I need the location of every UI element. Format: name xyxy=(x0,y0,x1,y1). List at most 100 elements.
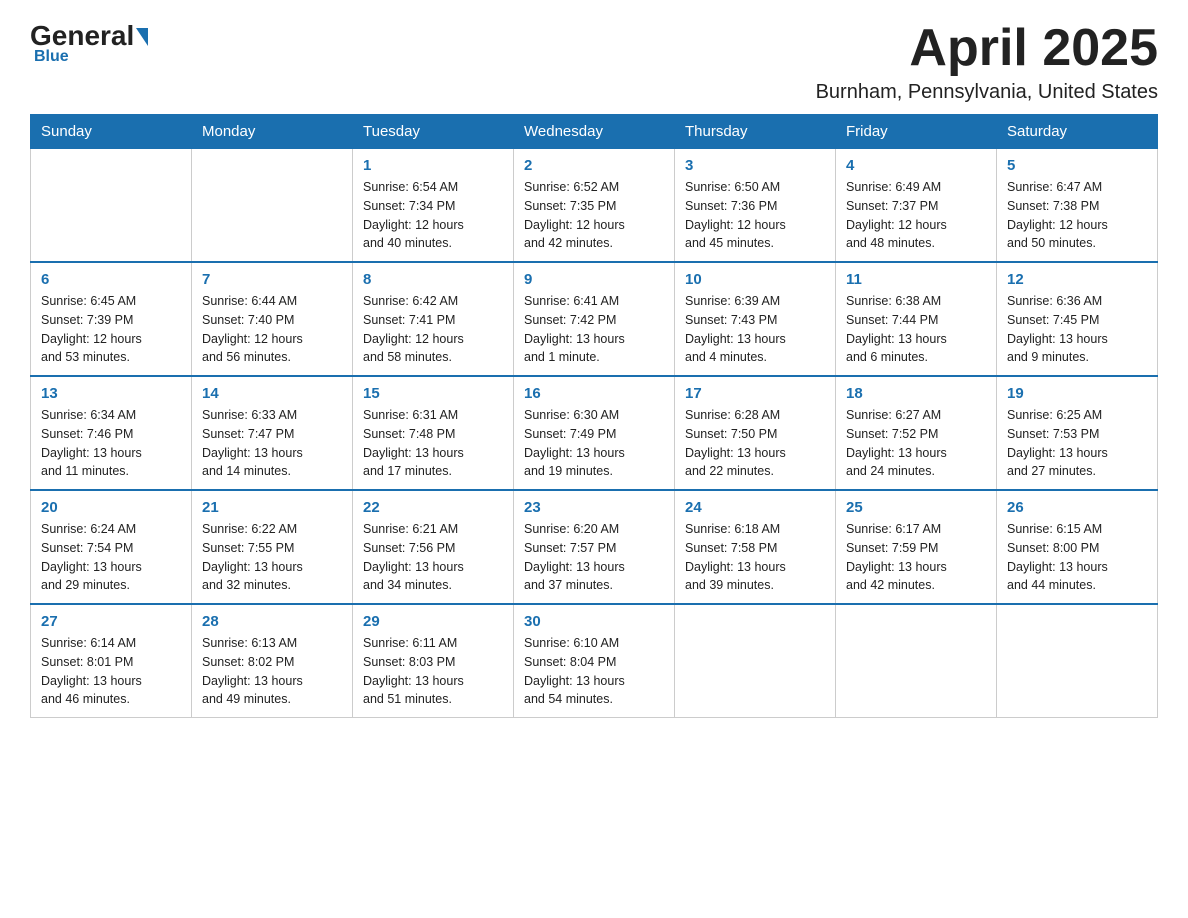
table-row: 13 Sunrise: 6:34 AM Sunset: 7:46 PM Dayli… xyxy=(31,376,192,490)
calendar-week-row: 27Sunrise: 6:14 AM Sunset: 8:01 PM Dayli… xyxy=(31,604,1158,718)
day-number: 14 xyxy=(202,385,342,402)
day-number: 11 xyxy=(846,271,986,288)
table-row: 30 Sunrise: 6:10 AM Sunset: 8:04 PM Dayli… xyxy=(514,604,675,718)
logo-subtitle: Blue xyxy=(34,48,69,66)
table-row xyxy=(997,604,1158,718)
table-row: 27Sunrise: 6:14 AM Sunset: 8:01 PM Dayli… xyxy=(31,604,192,718)
day-number: 6 xyxy=(41,271,181,288)
table-row: 23 Sunrise: 6:20 AM Sunset: 7:57 PM Dayli… xyxy=(514,490,675,604)
calendar-week-row: 13 Sunrise: 6:34 AM Sunset: 7:46 PM Dayli… xyxy=(31,376,1158,490)
day-info: Sunrise: 6:18 AM Sunset: 7:58 PM Dayligh… xyxy=(685,520,825,595)
header-wednesday: Wednesday xyxy=(514,115,675,149)
day-number: 21 xyxy=(202,499,342,516)
day-number: 13 xyxy=(41,385,181,402)
day-info: Sunrise: 6:33 AM Sunset: 7:47 PM Dayligh… xyxy=(202,406,342,481)
day-info: Sunrise: 6:47 AM Sunset: 7:38 PM Dayligh… xyxy=(1007,178,1147,253)
table-row: 24 Sunrise: 6:18 AM Sunset: 7:58 PM Dayli… xyxy=(675,490,836,604)
day-number: 5 xyxy=(1007,157,1147,174)
table-row: 29Sunrise: 6:11 AM Sunset: 8:03 PM Dayli… xyxy=(353,604,514,718)
header-thursday: Thursday xyxy=(675,115,836,149)
table-row: 15 Sunrise: 6:31 AM Sunset: 7:48 PM Dayli… xyxy=(353,376,514,490)
table-row xyxy=(192,149,353,263)
header-saturday: Saturday xyxy=(997,115,1158,149)
table-row: 9 Sunrise: 6:41 AM Sunset: 7:42 PM Daylig… xyxy=(514,262,675,376)
logo-triangle-icon xyxy=(136,28,148,46)
day-info: Sunrise: 6:30 AM Sunset: 7:49 PM Dayligh… xyxy=(524,406,664,481)
table-row xyxy=(675,604,836,718)
calendar-header-row: Sunday Monday Tuesday Wednesday Thursday… xyxy=(31,115,1158,149)
day-number: 24 xyxy=(685,499,825,516)
day-info: Sunrise: 6:24 AM Sunset: 7:54 PM Dayligh… xyxy=(41,520,181,595)
day-info: Sunrise: 6:10 AM Sunset: 8:04 PM Dayligh… xyxy=(524,634,664,709)
table-row: 19 Sunrise: 6:25 AM Sunset: 7:53 PM Dayli… xyxy=(997,376,1158,490)
day-number: 15 xyxy=(363,385,503,402)
day-info: Sunrise: 6:52 AM Sunset: 7:35 PM Dayligh… xyxy=(524,178,664,253)
day-info: Sunrise: 6:13 AM Sunset: 8:02 PM Dayligh… xyxy=(202,634,342,709)
table-row: 11 Sunrise: 6:38 AM Sunset: 7:44 PM Dayli… xyxy=(836,262,997,376)
table-row: 22 Sunrise: 6:21 AM Sunset: 7:56 PM Dayli… xyxy=(353,490,514,604)
day-number: 3 xyxy=(685,157,825,174)
table-row: 21 Sunrise: 6:22 AM Sunset: 7:55 PM Dayli… xyxy=(192,490,353,604)
day-info: Sunrise: 6:17 AM Sunset: 7:59 PM Dayligh… xyxy=(846,520,986,595)
table-row: 25Sunrise: 6:17 AM Sunset: 7:59 PM Dayli… xyxy=(836,490,997,604)
table-row: 20 Sunrise: 6:24 AM Sunset: 7:54 PM Dayli… xyxy=(31,490,192,604)
title-area: April 2025 Burnham, Pennsylvania, United… xyxy=(816,20,1158,104)
day-info: Sunrise: 6:27 AM Sunset: 7:52 PM Dayligh… xyxy=(846,406,986,481)
table-row xyxy=(31,149,192,263)
day-number: 16 xyxy=(524,385,664,402)
table-row: 7Sunrise: 6:44 AM Sunset: 7:40 PM Daylig… xyxy=(192,262,353,376)
table-row: 17Sunrise: 6:28 AM Sunset: 7:50 PM Dayli… xyxy=(675,376,836,490)
day-number: 12 xyxy=(1007,271,1147,288)
day-info: Sunrise: 6:14 AM Sunset: 8:01 PM Dayligh… xyxy=(41,634,181,709)
day-info: Sunrise: 6:15 AM Sunset: 8:00 PM Dayligh… xyxy=(1007,520,1147,595)
day-number: 28 xyxy=(202,613,342,630)
location-title: Burnham, Pennsylvania, United States xyxy=(816,81,1158,104)
table-row: 8 Sunrise: 6:42 AM Sunset: 7:41 PM Daylig… xyxy=(353,262,514,376)
calendar-week-row: 20 Sunrise: 6:24 AM Sunset: 7:54 PM Dayli… xyxy=(31,490,1158,604)
table-row: 10Sunrise: 6:39 AM Sunset: 7:43 PM Dayli… xyxy=(675,262,836,376)
day-info: Sunrise: 6:22 AM Sunset: 7:55 PM Dayligh… xyxy=(202,520,342,595)
day-info: Sunrise: 6:20 AM Sunset: 7:57 PM Dayligh… xyxy=(524,520,664,595)
day-number: 4 xyxy=(846,157,986,174)
header-tuesday: Tuesday xyxy=(353,115,514,149)
day-info: Sunrise: 6:42 AM Sunset: 7:41 PM Dayligh… xyxy=(363,292,503,367)
day-info: Sunrise: 6:41 AM Sunset: 7:42 PM Dayligh… xyxy=(524,292,664,367)
table-row: 16 Sunrise: 6:30 AM Sunset: 7:49 PM Dayli… xyxy=(514,376,675,490)
day-info: Sunrise: 6:39 AM Sunset: 7:43 PM Dayligh… xyxy=(685,292,825,367)
calendar-week-row: 6Sunrise: 6:45 AM Sunset: 7:39 PM Daylig… xyxy=(31,262,1158,376)
table-row: 6Sunrise: 6:45 AM Sunset: 7:39 PM Daylig… xyxy=(31,262,192,376)
table-row: 12 Sunrise: 6:36 AM Sunset: 7:45 PM Dayli… xyxy=(997,262,1158,376)
day-number: 29 xyxy=(363,613,503,630)
day-number: 30 xyxy=(524,613,664,630)
day-info: Sunrise: 6:34 AM Sunset: 7:46 PM Dayligh… xyxy=(41,406,181,481)
day-info: Sunrise: 6:21 AM Sunset: 7:56 PM Dayligh… xyxy=(363,520,503,595)
day-info: Sunrise: 6:49 AM Sunset: 7:37 PM Dayligh… xyxy=(846,178,986,253)
table-row: 14 Sunrise: 6:33 AM Sunset: 7:47 PM Dayli… xyxy=(192,376,353,490)
day-number: 20 xyxy=(41,499,181,516)
header-sunday: Sunday xyxy=(31,115,192,149)
header-friday: Friday xyxy=(836,115,997,149)
logo: General Blue xyxy=(30,20,148,66)
day-info: Sunrise: 6:36 AM Sunset: 7:45 PM Dayligh… xyxy=(1007,292,1147,367)
day-number: 23 xyxy=(524,499,664,516)
calendar-week-row: 1Sunrise: 6:54 AM Sunset: 7:34 PM Daylig… xyxy=(31,149,1158,263)
day-info: Sunrise: 6:50 AM Sunset: 7:36 PM Dayligh… xyxy=(685,178,825,253)
calendar-table: Sunday Monday Tuesday Wednesday Thursday… xyxy=(30,114,1158,718)
day-number: 19 xyxy=(1007,385,1147,402)
day-info: Sunrise: 6:44 AM Sunset: 7:40 PM Dayligh… xyxy=(202,292,342,367)
table-row xyxy=(836,604,997,718)
day-number: 8 xyxy=(363,271,503,288)
day-number: 2 xyxy=(524,157,664,174)
page-header: General Blue April 2025 Burnham, Pennsyl… xyxy=(30,20,1158,104)
day-number: 1 xyxy=(363,157,503,174)
table-row: 1Sunrise: 6:54 AM Sunset: 7:34 PM Daylig… xyxy=(353,149,514,263)
day-info: Sunrise: 6:38 AM Sunset: 7:44 PM Dayligh… xyxy=(846,292,986,367)
day-info: Sunrise: 6:31 AM Sunset: 7:48 PM Dayligh… xyxy=(363,406,503,481)
table-row: 4 Sunrise: 6:49 AM Sunset: 7:37 PM Daylig… xyxy=(836,149,997,263)
day-number: 26 xyxy=(1007,499,1147,516)
day-number: 17 xyxy=(685,385,825,402)
table-row: 18Sunrise: 6:27 AM Sunset: 7:52 PM Dayli… xyxy=(836,376,997,490)
day-info: Sunrise: 6:25 AM Sunset: 7:53 PM Dayligh… xyxy=(1007,406,1147,481)
day-number: 22 xyxy=(363,499,503,516)
day-number: 9 xyxy=(524,271,664,288)
